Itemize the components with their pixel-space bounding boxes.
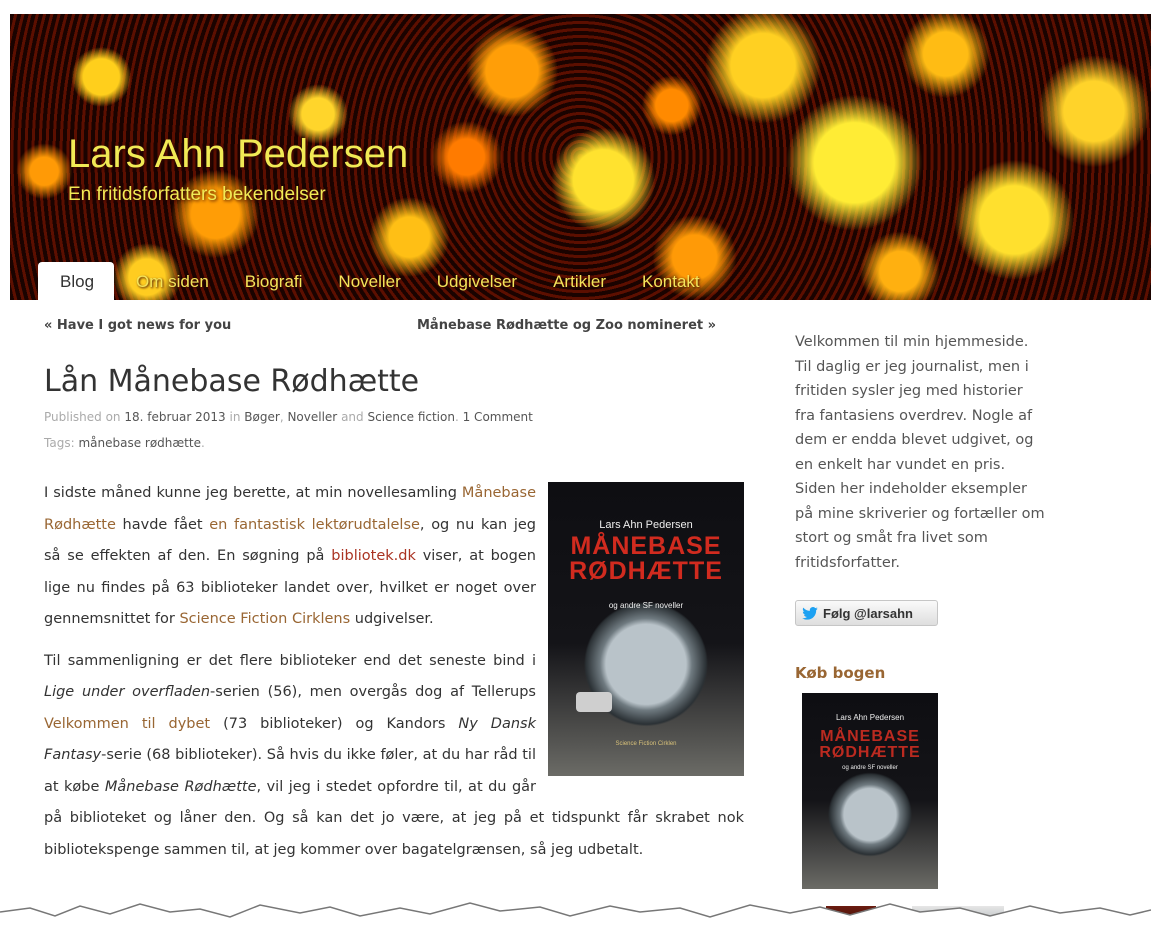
sidebar-welcome-text: Velkommen til min hjemmeside. Til daglig… — [795, 334, 1045, 571]
prev-post-link[interactable]: « Have I got news for you — [44, 318, 231, 333]
p2-text-a: Til sammenligning er det flere bibliotek… — [44, 652, 536, 669]
twitter-bird-icon — [802, 606, 818, 620]
tag-link-manebase-rodhaette[interactable]: månebase rødhætte — [78, 436, 201, 450]
p2-italic-lige-under-overfladen: Lige under overfladen — [44, 684, 211, 700]
p2-text-f: udbetalt. — [577, 841, 644, 858]
sidebar-cover-author: Lars Ahn Pedersen — [835, 713, 905, 722]
cover-publisher: Science Fiction Cirklen — [615, 740, 677, 747]
p2-text-c: (73 biblioteker) og Kandors — [210, 715, 459, 732]
cover-title-line2: RØDHÆTTE — [569, 557, 723, 585]
category-link-science-fiction[interactable]: Science fiction — [367, 410, 454, 424]
site-header: Lars Ahn Pedersen En fritidsforfatters b… — [10, 14, 1151, 300]
nav-item-artikler[interactable]: Artikler — [539, 262, 620, 300]
follow-label: Følg @larsahn — [823, 605, 913, 621]
site-description: En fritidsforfatters bekendelser — [68, 184, 326, 205]
book-cover-image[interactable]: Lars Ahn Pedersen MÅNEBASE RØDHÆTTE og a… — [548, 482, 744, 776]
p1-text-b: havde fået — [115, 516, 210, 533]
cover-subtitle: og andre SF noveller — [608, 601, 684, 610]
cover-title: MÅNEBASE RØDHÆTTE — [548, 534, 744, 584]
sidebar-cover-subtitle: og andre SF noveller — [842, 765, 898, 771]
meta-published-label: Published on — [44, 410, 121, 424]
link-science-fiction-cirklen[interactable]: Science Fiction Cirklens — [179, 611, 350, 627]
p2-text-b: -serien (56), men overgås dog af Telleru… — [210, 684, 536, 700]
nav-item-udgivelser[interactable]: Udgivelser — [423, 262, 531, 300]
site-title[interactable]: Lars Ahn Pedersen — [68, 132, 408, 177]
link-velkommen-til-dybet[interactable]: Velkommen til dybet — [44, 716, 210, 732]
torn-paper-edge — [0, 902, 1151, 934]
nav-item-biografi[interactable]: Biografi — [231, 262, 317, 300]
buy-book-heading: Køb bogen — [795, 664, 886, 682]
twitter-follow-button[interactable]: Følg @larsahn — [795, 600, 938, 626]
sidebar-cover-title: MÅNEBASE RØDHÆTTE — [802, 729, 938, 761]
nav-item-blog[interactable]: Blog — [38, 262, 115, 300]
nav-item-om-siden[interactable]: Om siden — [122, 262, 223, 300]
meta-and-label: and — [341, 410, 364, 424]
sidebar-cover-title-line1: MÅNEBASE — [820, 728, 920, 745]
category-link-boger[interactable]: Bøger — [244, 410, 280, 424]
post-title[interactable]: Lån Månebase Rødhætte — [44, 364, 419, 399]
moon-rover-illustration — [576, 692, 612, 712]
nav-item-noveller[interactable]: Noveller — [324, 262, 414, 300]
post-date-link[interactable]: 18. februar 2013 — [124, 410, 225, 424]
post-content: Lars Ahn Pedersen MÅNEBASE RØDHÆTTE og a… — [44, 478, 744, 876]
category-link-noveller[interactable]: Noveller — [287, 410, 337, 424]
p1-text-e: udgivelser. — [350, 611, 434, 627]
comments-link[interactable]: 1 Comment — [463, 410, 533, 424]
link-bibliotek-dk[interactable]: bibliotek.dk — [331, 548, 416, 564]
p2-italic-manebase-rodhaette: Månebase Rødhætte — [104, 778, 257, 795]
meta-in-label: in — [229, 410, 241, 424]
p1-text-a: I sidste måned kunne jeg berette, at min… — [44, 485, 462, 501]
link-fantastisk-lektorudtalelse[interactable]: en fantastisk lektørudtalelse — [209, 517, 420, 533]
post-meta: Published on 18. februar 2013 in Bøger, … — [44, 410, 533, 424]
next-post-link[interactable]: Månebase Rødhætte og Zoo nomineret » — [417, 318, 716, 333]
sidebar-book-cover[interactable]: Lars Ahn Pedersen MÅNEBASE RØDHÆTTE og a… — [802, 693, 938, 889]
main-nav: Blog Om siden Biografi Noveller Udgivels… — [38, 262, 722, 300]
cover-title-line1: MÅNEBASE — [570, 532, 722, 560]
post-tags: Tags: månebase rødhætte. — [44, 436, 205, 450]
sidebar-cover-title-line2: RØDHÆTTE — [819, 744, 921, 761]
nav-item-kontakt[interactable]: Kontakt — [628, 262, 714, 300]
tags-label: Tags: — [44, 436, 75, 450]
